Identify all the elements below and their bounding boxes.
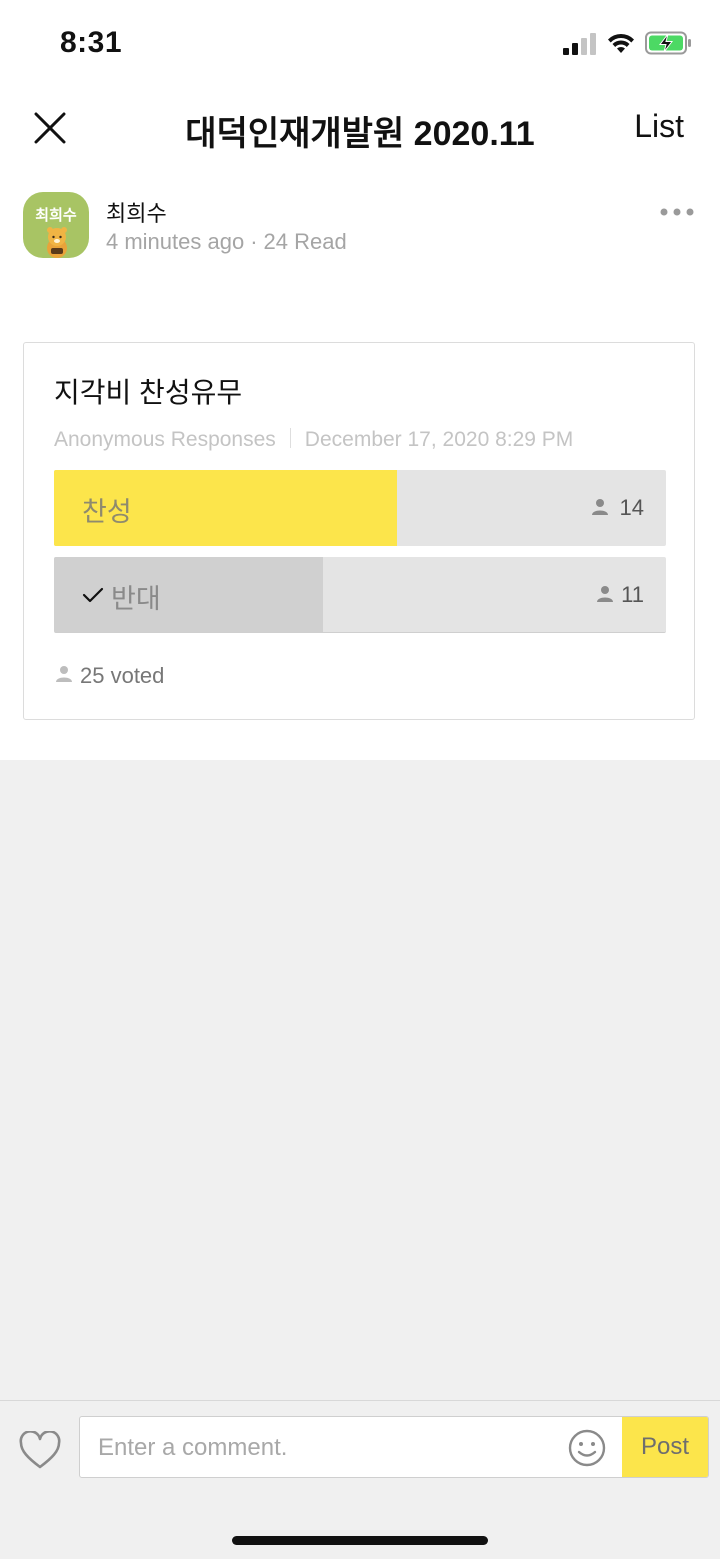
poll-meta: Anonymous Responses December 17, 2020 8:2…	[54, 428, 573, 452]
battery-charging-icon	[645, 31, 693, 60]
page-title: 대덕인재개발원 2020.11	[185, 115, 535, 153]
like-button[interactable]	[18, 1430, 62, 1476]
meta-separator: ·	[250, 229, 258, 254]
close-icon	[34, 112, 66, 144]
home-indicator[interactable]	[232, 1536, 488, 1545]
poll-date: December 17, 2020 8:29 PM	[304, 428, 574, 451]
character-icon	[45, 226, 69, 258]
post-time: 4 minutes ago	[106, 229, 245, 254]
person-icon	[591, 498, 609, 521]
option-label: 반대	[111, 584, 161, 614]
author-name[interactable]: 최희수	[106, 196, 167, 228]
post-button[interactable]: Post	[622, 1417, 708, 1477]
avatar-label: 최희수	[35, 207, 77, 224]
read-count: 24 Read	[263, 229, 347, 254]
poll-option-disagree[interactable]: 반대 11	[54, 557, 666, 633]
voted-count[interactable]: 25 voted	[80, 663, 164, 689]
poll-option-agree[interactable]: 찬성 14	[54, 470, 666, 546]
heart-outline-icon	[19, 1430, 61, 1469]
close-button[interactable]	[30, 108, 70, 148]
option-label: 찬성	[82, 497, 132, 527]
list-button[interactable]: List	[634, 108, 684, 145]
emoji-button[interactable]	[567, 1428, 607, 1473]
check-icon	[82, 586, 104, 609]
avatar[interactable]: 최희수	[23, 192, 89, 258]
person-icon	[596, 585, 614, 608]
more-horizontal-icon	[660, 208, 694, 216]
smiley-icon	[568, 1429, 606, 1467]
comment-bar: Post	[0, 1400, 720, 1559]
comment-field: Post	[79, 1416, 709, 1479]
option-vote-count: 11	[621, 582, 644, 607]
poll-mode: Anonymous Responses	[54, 428, 276, 451]
meta-divider	[289, 428, 291, 448]
cellular-signal-icon	[563, 33, 597, 60]
post-meta: 4 minutes ago · 24 Read	[106, 229, 347, 255]
navigation-bar: 대덕인재개발원 2020.11 List	[0, 88, 720, 168]
status-time: 8:31	[60, 26, 123, 59]
option-vote-count: 14	[619, 495, 644, 520]
poll-title: 지각비 찬성유무	[54, 377, 243, 408]
status-bar: 8:31	[0, 0, 720, 88]
person-icon	[55, 665, 73, 688]
poll-card: 지각비 찬성유무 Anonymous Responses December 17,…	[23, 342, 695, 720]
more-options-button[interactable]	[658, 202, 696, 222]
wifi-icon	[606, 31, 636, 60]
comment-input[interactable]	[96, 1417, 560, 1479]
